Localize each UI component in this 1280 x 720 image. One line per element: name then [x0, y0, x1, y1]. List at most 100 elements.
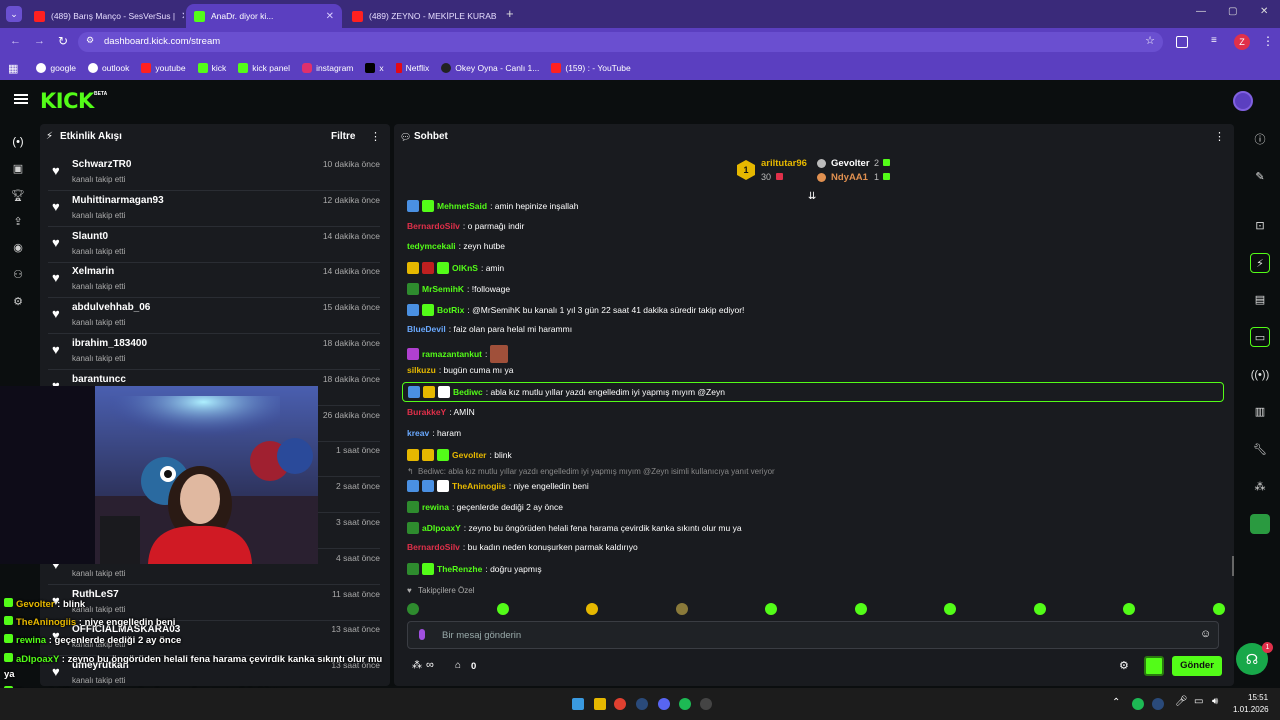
- chat-settings-icon[interactable]: ⚙: [1119, 659, 1129, 672]
- tab-search-icon[interactable]: ⌄: [6, 6, 22, 22]
- close-icon[interactable]: ✕: [181, 11, 184, 22]
- users-icon[interactable]: ⚇: [10, 267, 26, 283]
- activity-item[interactable]: ♥ Muhittinarmagan93 kanalı takip etti 12 da…: [48, 191, 380, 227]
- profile-avatar[interactable]: Z: [1234, 34, 1250, 50]
- chat-username[interactable]: BernardoSilv: [407, 542, 460, 552]
- emote-picker-button[interactable]: [1144, 656, 1164, 676]
- emote-icon[interactable]: [1123, 603, 1135, 615]
- bookmark-outlook[interactable]: outlook: [87, 63, 129, 73]
- filter-button[interactable]: Filtre: [331, 131, 355, 142]
- follower-name[interactable]: Slaunt0: [72, 231, 108, 242]
- new-tab-button[interactable]: +: [506, 6, 514, 21]
- url-field[interactable]: ⚙ dashboard.kick.com/stream ☆: [78, 32, 1163, 52]
- extension-app-icon[interactable]: [1250, 514, 1270, 534]
- network-icon[interactable]: ▭: [1194, 696, 1203, 707]
- follower-name[interactable]: Muhittinarmagan93: [72, 195, 164, 206]
- emote-icon[interactable]: [586, 603, 598, 615]
- emote-icon[interactable]: [496, 603, 509, 615]
- spotify-icon[interactable]: [679, 698, 691, 710]
- bookmark-x[interactable]: x: [365, 63, 384, 73]
- edit-icon[interactable]: ✎: [1250, 167, 1270, 187]
- emoji-icon[interactable]: ☺: [1200, 628, 1211, 640]
- chat-username[interactable]: TheRenzhe: [437, 564, 482, 574]
- camera-icon[interactable]: ◉: [10, 240, 26, 256]
- chat-message[interactable]: TheAninogiis: niye engelledin beni: [407, 480, 589, 492]
- tray-app-icon[interactable]: [1132, 698, 1144, 710]
- chat-username[interactable]: kreav: [407, 428, 429, 438]
- chat-username[interactable]: MehmetSaid: [437, 201, 487, 211]
- maximize-button[interactable]: ▢: [1228, 6, 1237, 17]
- reload-icon[interactable]: ↻: [58, 34, 68, 48]
- close-icon[interactable]: ✕: [326, 11, 334, 22]
- bookmark-kick-panel[interactable]: kick panel: [238, 63, 290, 73]
- start-icon[interactable]: [572, 698, 584, 710]
- bookmark-netflix[interactable]: Netflix: [395, 63, 429, 73]
- more-options-icon[interactable]: ⋮: [370, 130, 381, 143]
- steam-icon[interactable]: [636, 698, 648, 710]
- media-control-icon[interactable]: ≡: [1211, 35, 1217, 46]
- tab-zeyno[interactable]: (489) ZEYNO - MEKİPLE KURAB ✕: [344, 4, 500, 28]
- store-icon[interactable]: ⌂: [455, 660, 461, 671]
- chat-message[interactable]: silkuzu: bugün cuma mı ya: [407, 365, 513, 375]
- send-button[interactable]: Gönder: [1172, 656, 1222, 676]
- discord-icon[interactable]: [658, 698, 670, 710]
- leader-second-name[interactable]: Gevolter: [831, 158, 870, 169]
- upload-icon[interactable]: ⇪: [10, 214, 26, 230]
- gear-icon[interactable]: ⚙: [10, 294, 26, 310]
- follower-name[interactable]: abdulvehhab_06: [72, 302, 150, 313]
- chat-message[interactable]: TheRenzhe: doğru yapmış: [407, 563, 542, 575]
- chat-username[interactable]: TheAninogiis: [452, 481, 506, 491]
- chat-message[interactable]: aDIpoaxY: zeyno bu öngörüden helali fena…: [407, 522, 742, 534]
- leader-first-name[interactable]: ariltutar96: [761, 158, 807, 169]
- collapse-leaderboard-icon[interactable]: ⇊: [808, 191, 816, 202]
- tray-steam-icon[interactable]: [1152, 698, 1164, 710]
- forward-icon[interactable]: →: [34, 35, 45, 47]
- chat-username[interactable]: silkuzu: [407, 365, 436, 375]
- emote-icon[interactable]: [675, 603, 688, 615]
- document-icon[interactable]: ▤: [1250, 290, 1270, 310]
- emote-icon[interactable]: [765, 603, 777, 615]
- chat-message[interactable]: tedymcekali: zeyn hutbe: [407, 241, 505, 251]
- leader-third-name[interactable]: NdyAA1: [831, 172, 868, 183]
- bookmark-youtube-159[interactable]: (159) : - YouTube: [551, 63, 631, 73]
- chat-username[interactable]: aDIpoaxY: [422, 523, 461, 533]
- capture-icon[interactable]: ⊡: [1250, 216, 1270, 236]
- activity-item[interactable]: ♥ Xelmarin kanalı takip etti 14 dakika önce: [48, 262, 380, 299]
- emote-icon[interactable]: [854, 603, 867, 615]
- follower-name[interactable]: SchwarzTR0: [72, 159, 131, 170]
- activity-item[interactable]: ♥ Slaunt0 kanalı takip etti 14 dakika önce: [48, 227, 380, 263]
- chat-input[interactable]: Bir mesaj gönderin ☺: [407, 621, 1219, 649]
- chat-message[interactable]: ramazantankut:: [407, 345, 509, 363]
- chat-username[interactable]: BotRix: [437, 305, 464, 315]
- chat-username[interactable]: BernardoSilv: [407, 221, 460, 231]
- wrench-icon[interactable]: 🔧︎: [1250, 440, 1270, 460]
- chat-username[interactable]: ramazantankut: [422, 349, 482, 359]
- bookmark-kick[interactable]: kick: [197, 63, 226, 73]
- chat-options-icon[interactable]: ⋮: [1214, 130, 1225, 143]
- chrome-icon[interactable]: [614, 698, 626, 710]
- tab-kick[interactable]: AnaDr. diyor ki... ✕: [186, 4, 342, 28]
- browser-menu-icon[interactable]: ⋮: [1262, 34, 1274, 48]
- activity-item[interactable]: ♥ ibrahim_183400 kanalı takip etti 18 dakik…: [48, 334, 380, 370]
- minimize-button[interactable]: —: [1196, 6, 1206, 17]
- chat-message[interactable]: BlueDevil: faiz olan para helal mi haram…: [407, 324, 572, 334]
- lightning-panel-icon[interactable]: ⚡︎: [1250, 253, 1270, 273]
- layers-icon[interactable]: ▥: [1250, 402, 1270, 422]
- microphone-icon[interactable]: [419, 629, 425, 640]
- broadcast-icon[interactable]: ((•)): [1250, 365, 1270, 385]
- clock-time[interactable]: 15:51: [1248, 693, 1268, 702]
- chat-message[interactable]: Bediwc: abla kız mutlu yıllar yazdı enge…: [402, 382, 1224, 402]
- chat-message[interactable]: BurakkeY: AMİN: [407, 407, 475, 417]
- volume-icon[interactable]: 🔊︎: [1212, 696, 1218, 707]
- chat-message[interactable]: OlKnS: amin: [407, 262, 504, 274]
- chat-username[interactable]: BurakkeY: [407, 407, 446, 417]
- emote-icon[interactable]: [944, 603, 956, 615]
- chat-message[interactable]: MrSemihK: !followage: [407, 283, 510, 295]
- trophy-icon[interactable]: 🏆︎: [10, 188, 26, 204]
- bookmark-instagram[interactable]: instagram: [302, 63, 353, 73]
- kick-logo[interactable]: KICK: [40, 89, 94, 113]
- file-explorer-icon[interactable]: [594, 698, 606, 710]
- site-info-icon[interactable]: ⚙: [86, 35, 94, 46]
- emote-icon[interactable]: [407, 603, 419, 615]
- scrollbar[interactable]: [1232, 556, 1234, 576]
